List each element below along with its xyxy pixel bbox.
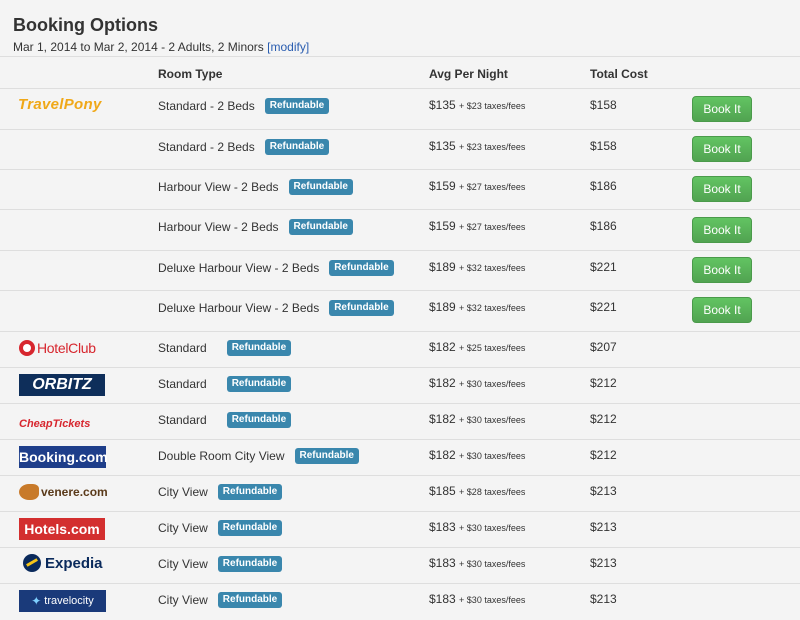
total-cost: $213 xyxy=(590,484,617,498)
avg-per-night: $182 + $30 taxes/fees xyxy=(429,412,526,426)
table-row: Expedia City View Refundable $183 + $30 t… xyxy=(0,548,800,584)
booking-options-page: Booking Options Mar 1, 2014 to Mar 2, 20… xyxy=(0,0,800,620)
avg-per-night: $183 + $30 taxes/fees xyxy=(429,592,526,606)
avg-per-night: $189 + $32 taxes/fees xyxy=(429,260,526,274)
travelocity-star-icon: ✦ xyxy=(31,594,42,608)
booking-logo: Booking.com xyxy=(19,446,108,468)
room-type: Harbour View - 2 Beds Refundable xyxy=(158,179,353,195)
table-row: venere.com City View Refundable $185 + $2… xyxy=(0,476,800,512)
hotels-com-logo: Hotels.com xyxy=(19,518,105,540)
refundable-badge: Refundable xyxy=(329,300,394,316)
room-type: Harbour View - 2 Beds Refundable xyxy=(158,219,353,235)
book-it-button[interactable]: Book It xyxy=(692,297,752,323)
expedia-globe-icon xyxy=(23,554,41,572)
hotelclub-logo: HotelClub xyxy=(19,340,96,356)
total-cost: $213 xyxy=(590,556,617,570)
avg-per-night: $182 + $30 taxes/fees xyxy=(429,448,526,462)
travelocity-logo: ✦ travelocity xyxy=(19,590,106,612)
table-row: Booking.com Double Room City View Refunda… xyxy=(0,440,800,476)
table-row: Hotels.com City View Refundable $183 + $3… xyxy=(0,512,800,548)
table-row: HotelClub Standard Refundable $182 + $25 … xyxy=(0,332,800,368)
table-row: ORBITZ Standard Refundable $182 + $30 tax… xyxy=(0,368,800,404)
room-type: Double Room City View Refundable xyxy=(158,448,359,464)
avg-per-night: $159 + $27 taxes/fees xyxy=(429,179,526,193)
table-row: Harbour View - 2 Beds Refundable $159 + $… xyxy=(0,210,800,251)
table-row: Deluxe Harbour View - 2 Beds Refundable $… xyxy=(0,291,800,332)
total-cost: $186 xyxy=(590,179,617,193)
avg-per-night: $185 + $28 taxes/fees xyxy=(429,484,526,498)
total-cost: $158 xyxy=(590,98,617,112)
avg-per-night: $135 + $23 taxes/fees xyxy=(429,98,526,112)
room-type: Standard Refundable xyxy=(158,340,292,356)
total-cost: $207 xyxy=(590,340,617,354)
venere-logo: venere.com xyxy=(19,484,108,500)
refundable-badge: Refundable xyxy=(288,179,353,195)
header-total-cost: Total Cost xyxy=(590,67,648,81)
refundable-badge: Refundable xyxy=(217,484,283,500)
cheaptickets-logo: CheapTickets xyxy=(19,418,91,430)
hotelclub-icon xyxy=(19,340,35,356)
room-type: Standard Refundable xyxy=(158,376,292,392)
book-it-button[interactable]: Book It xyxy=(692,96,752,122)
avg-per-night: $182 + $25 taxes/fees xyxy=(429,340,526,354)
refundable-badge: Refundable xyxy=(264,139,330,155)
room-type: Standard - 2 Beds Refundable xyxy=(158,139,330,155)
room-type: City View Refundable xyxy=(158,556,283,572)
page-title: Booking Options xyxy=(13,15,158,35)
book-it-button[interactable]: Book It xyxy=(692,257,752,283)
refundable-badge: Refundable xyxy=(217,520,283,536)
refundable-badge: Refundable xyxy=(226,412,292,428)
table-row: Standard - 2 Beds Refundable $135 + $23 t… xyxy=(0,130,800,170)
total-cost: $158 xyxy=(590,139,617,153)
total-cost: $212 xyxy=(590,448,617,462)
avg-per-night: $182 + $30 taxes/fees xyxy=(429,376,526,390)
refundable-badge: Refundable xyxy=(264,98,330,114)
orbitz-logo: ORBITZ xyxy=(19,374,105,396)
refundable-badge: Refundable xyxy=(329,260,394,276)
refundable-badge: Refundable xyxy=(288,219,353,235)
total-cost: $213 xyxy=(590,592,617,606)
room-type: Deluxe Harbour View - 2 Beds Refundable xyxy=(158,260,394,276)
refundable-badge: Refundable xyxy=(217,592,283,608)
total-cost: $221 xyxy=(590,300,617,314)
total-cost: $221 xyxy=(590,260,617,274)
avg-per-night: $159 + $27 taxes/fees xyxy=(429,219,526,233)
search-summary-text: Mar 1, 2014 to Mar 2, 2014 - 2 Adults, 2… xyxy=(13,40,264,54)
table-row: CheapTickets Standard Refundable $182 + $… xyxy=(0,404,800,440)
refundable-badge: Refundable xyxy=(226,340,292,356)
header-avg-per-night: Avg Per Night xyxy=(429,67,508,81)
book-it-button[interactable]: Book It xyxy=(692,176,752,202)
avg-per-night: $183 + $30 taxes/fees xyxy=(429,520,526,534)
venere-lion-icon xyxy=(19,484,39,500)
avg-per-night: $189 + $32 taxes/fees xyxy=(429,300,526,314)
room-type: City View Refundable xyxy=(158,520,283,536)
refundable-badge: Refundable xyxy=(294,448,359,464)
expedia-logo: Expedia xyxy=(23,554,103,572)
room-type: Standard - 2 Beds Refundable xyxy=(158,98,330,114)
room-type: City View Refundable xyxy=(158,484,283,500)
table-header: Room Type Avg Per Night Total Cost xyxy=(0,56,800,89)
total-cost: $213 xyxy=(590,520,617,534)
avg-per-night: $135 + $23 taxes/fees xyxy=(429,139,526,153)
total-cost: $212 xyxy=(590,412,617,426)
table-row: ✦ travelocity City View Refundable $183 +… xyxy=(0,584,800,620)
room-type: City View Refundable xyxy=(158,592,283,608)
room-type: Deluxe Harbour View - 2 Beds Refundable xyxy=(158,300,394,316)
header-room-type: Room Type xyxy=(158,67,223,81)
book-it-button[interactable]: Book It xyxy=(692,136,752,162)
table-row: Deluxe Harbour View - 2 Beds Refundable $… xyxy=(0,251,800,291)
refundable-badge: Refundable xyxy=(226,376,292,392)
room-type: Standard Refundable xyxy=(158,412,292,428)
total-cost: $186 xyxy=(590,219,617,233)
table-row: Harbour View - 2 Beds Refundable $159 + $… xyxy=(0,170,800,210)
book-it-button[interactable]: Book It xyxy=(692,217,752,243)
search-summary: Mar 1, 2014 to Mar 2, 2014 - 2 Adults, 2… xyxy=(13,40,309,54)
avg-per-night: $183 + $30 taxes/fees xyxy=(429,556,526,570)
table-row: Standard - 2 Beds Refundable $135 + $23 t… xyxy=(0,89,800,130)
refundable-badge: Refundable xyxy=(217,556,283,572)
modify-link[interactable]: [modify] xyxy=(267,40,309,54)
total-cost: $212 xyxy=(590,376,617,390)
